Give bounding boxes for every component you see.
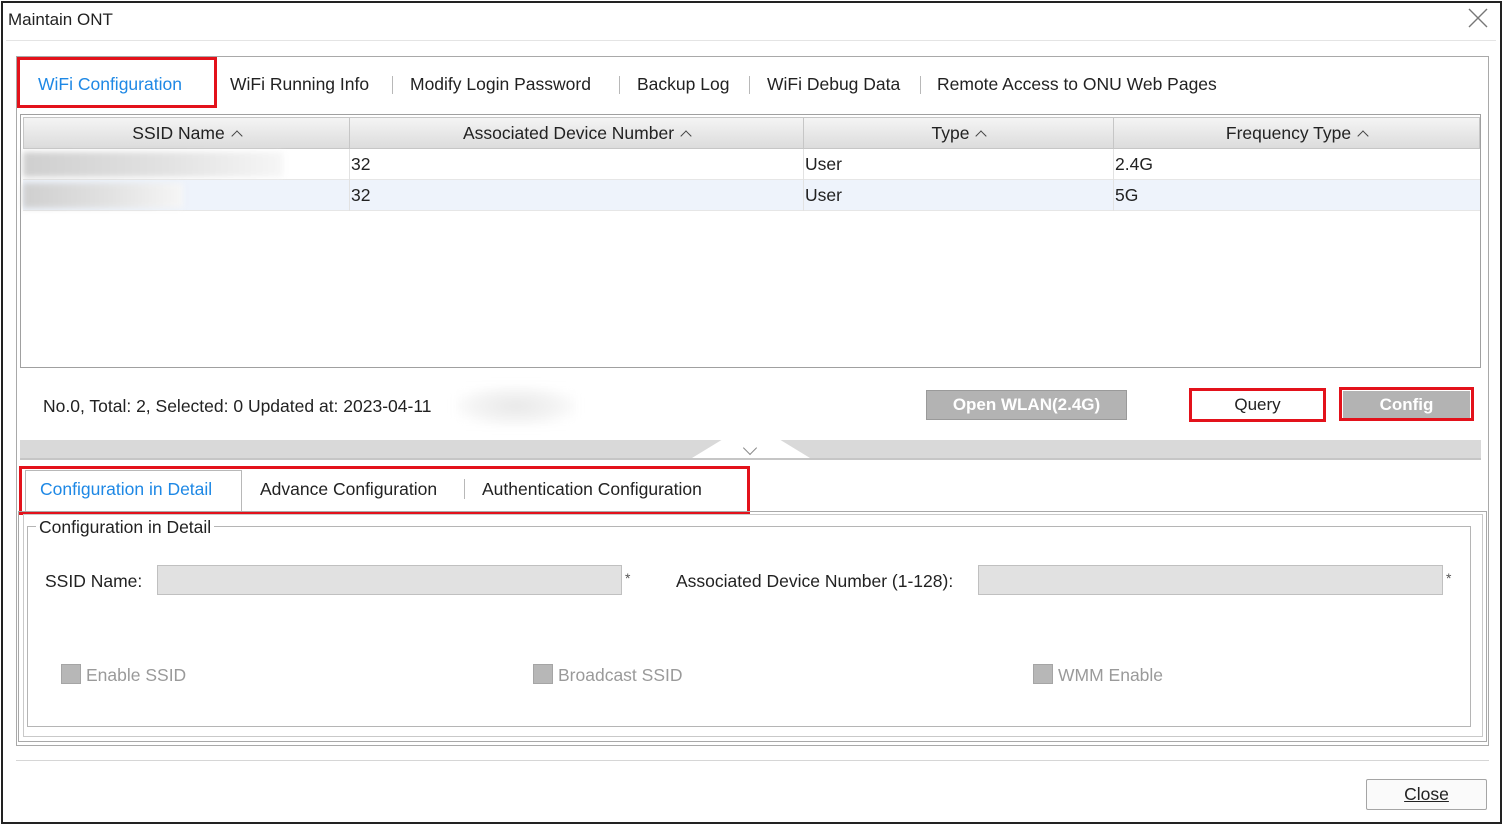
tab-configuration-in-detail[interactable]: Configuration in Detail [40, 470, 212, 510]
column-header-type[interactable]: Type [803, 117, 1114, 149]
column-separator [349, 149, 350, 211]
redacted-timestamp [456, 386, 576, 426]
broadcast-ssid-label: Broadcast SSID [558, 665, 683, 685]
tab-remote-access[interactable]: Remote Access to ONU Web Pages [937, 60, 1217, 108]
sort-asc-icon [975, 130, 988, 142]
ssid-name-input[interactable] [157, 565, 622, 595]
required-mark: * [625, 570, 631, 586]
sort-asc-icon [1357, 130, 1369, 142]
tab-divider [464, 479, 465, 499]
dialog-title: Maintain ONT [8, 10, 113, 29]
ssid-table: SSID Name Associated Device Number Type … [20, 114, 1481, 368]
column-header-associated-device-number[interactable]: Associated Device Number [349, 117, 804, 149]
tab-wifi-running-info[interactable]: WiFi Running Info [230, 60, 369, 108]
cell-frequency-type: 2.4G [1115, 154, 1153, 174]
cell-frequency-type: 5G [1115, 185, 1139, 205]
cell-type: User [805, 185, 842, 205]
tab-divider [749, 76, 750, 94]
footer-separator [16, 760, 1489, 761]
cell-ssid-name [23, 149, 350, 180]
cell-ssid-name [23, 180, 350, 211]
wmm-enable-checkbox[interactable] [1033, 664, 1053, 684]
query-button[interactable]: Query [1193, 391, 1322, 419]
column-separator [1113, 149, 1114, 211]
wmm-enable-label: WMM Enable [1058, 665, 1164, 685]
tab-divider [392, 76, 393, 94]
redacted-ssid [23, 152, 283, 177]
tab-divider [619, 76, 620, 94]
tab-wifi-debug-data[interactable]: WiFi Debug Data [767, 60, 900, 108]
sort-asc-icon [231, 130, 243, 142]
status-text: No.0, Total: 2, Selected: 0 Updated at: … [43, 396, 432, 416]
title-separator [6, 40, 1496, 41]
column-header-frequency-type[interactable]: Frequency Type [1113, 117, 1480, 149]
splitter-border [20, 458, 1481, 460]
tab-backup-log[interactable]: Backup Log [637, 60, 729, 108]
table-header: SSID Name Associated Device Number Type … [23, 117, 1480, 149]
close-icon[interactable] [1466, 6, 1490, 30]
required-mark: * [1446, 570, 1452, 586]
tab-advance-configuration[interactable]: Advance Configuration [260, 470, 437, 510]
ssid-name-label: SSID Name: [45, 571, 143, 591]
column-separator [803, 149, 804, 211]
fieldset-legend: Configuration in Detail [36, 517, 215, 538]
associated-device-number-label: Associated Device Number (1-128): [676, 571, 954, 591]
column-header-ssid-name[interactable]: SSID Name [23, 117, 350, 149]
cell-associated-device-number: 32 [351, 185, 371, 205]
tab-authentication-configuration[interactable]: Authentication Configuration [482, 470, 702, 510]
tab-divider [920, 76, 921, 94]
redacted-ssid [23, 183, 183, 208]
tab-modify-login-password[interactable]: Modify Login Password [410, 60, 591, 108]
enable-ssid-label: Enable SSID [86, 665, 187, 685]
table-row[interactable]: 32 User 2.4G [23, 149, 1480, 180]
cell-type: User [805, 154, 842, 174]
sort-asc-icon [680, 130, 692, 142]
open-wlan-button[interactable]: Open WLAN(2.4G) [926, 390, 1127, 420]
cell-associated-device-number: 32 [351, 154, 371, 174]
close-button[interactable]: Close [1366, 779, 1487, 810]
config-button[interactable]: Config [1343, 391, 1470, 418]
tab-wifi-configuration[interactable]: WiFi Configuration [38, 60, 182, 108]
enable-ssid-checkbox[interactable] [61, 664, 81, 684]
configuration-fieldset [27, 526, 1471, 727]
table-row[interactable]: 32 User 5G [23, 180, 1480, 211]
broadcast-ssid-checkbox[interactable] [533, 664, 553, 684]
associated-device-number-input[interactable] [978, 565, 1443, 595]
